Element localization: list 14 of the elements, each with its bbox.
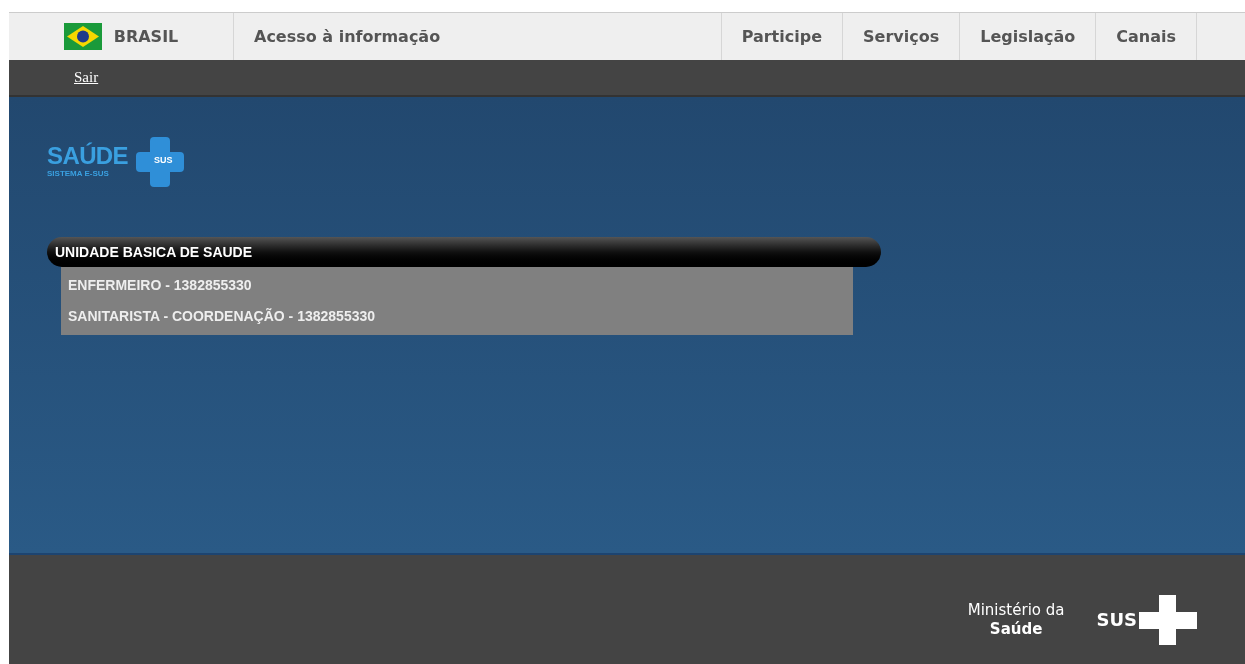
brazil-flag-icon [63, 23, 102, 50]
access-info-link[interactable]: Acesso à informação [254, 24, 441, 49]
country-label[interactable]: BRASIL [113, 24, 179, 49]
sus-label: SUS [1096, 608, 1137, 632]
logo-title: SAÚDE [47, 144, 128, 168]
logout-link[interactable]: Sair [74, 66, 99, 89]
logo-subtitle: SISTEMA E-SUS [47, 168, 110, 180]
profile-link[interactable]: ENFERMEIRO - 1382855330 [68, 275, 853, 296]
unit-name: UNIDADE BASICA DE SAUDE [55, 242, 253, 262]
cross-icon [1137, 594, 1199, 645]
esus-cross-badge: SUS [132, 137, 188, 187]
ministry-label: Saúde [989, 619, 1043, 639]
ministry-label: Ministério da [967, 600, 1065, 620]
profile-link[interactable]: SANITARISTA - COORDENAÇÃO - 1382855330 [68, 306, 853, 327]
